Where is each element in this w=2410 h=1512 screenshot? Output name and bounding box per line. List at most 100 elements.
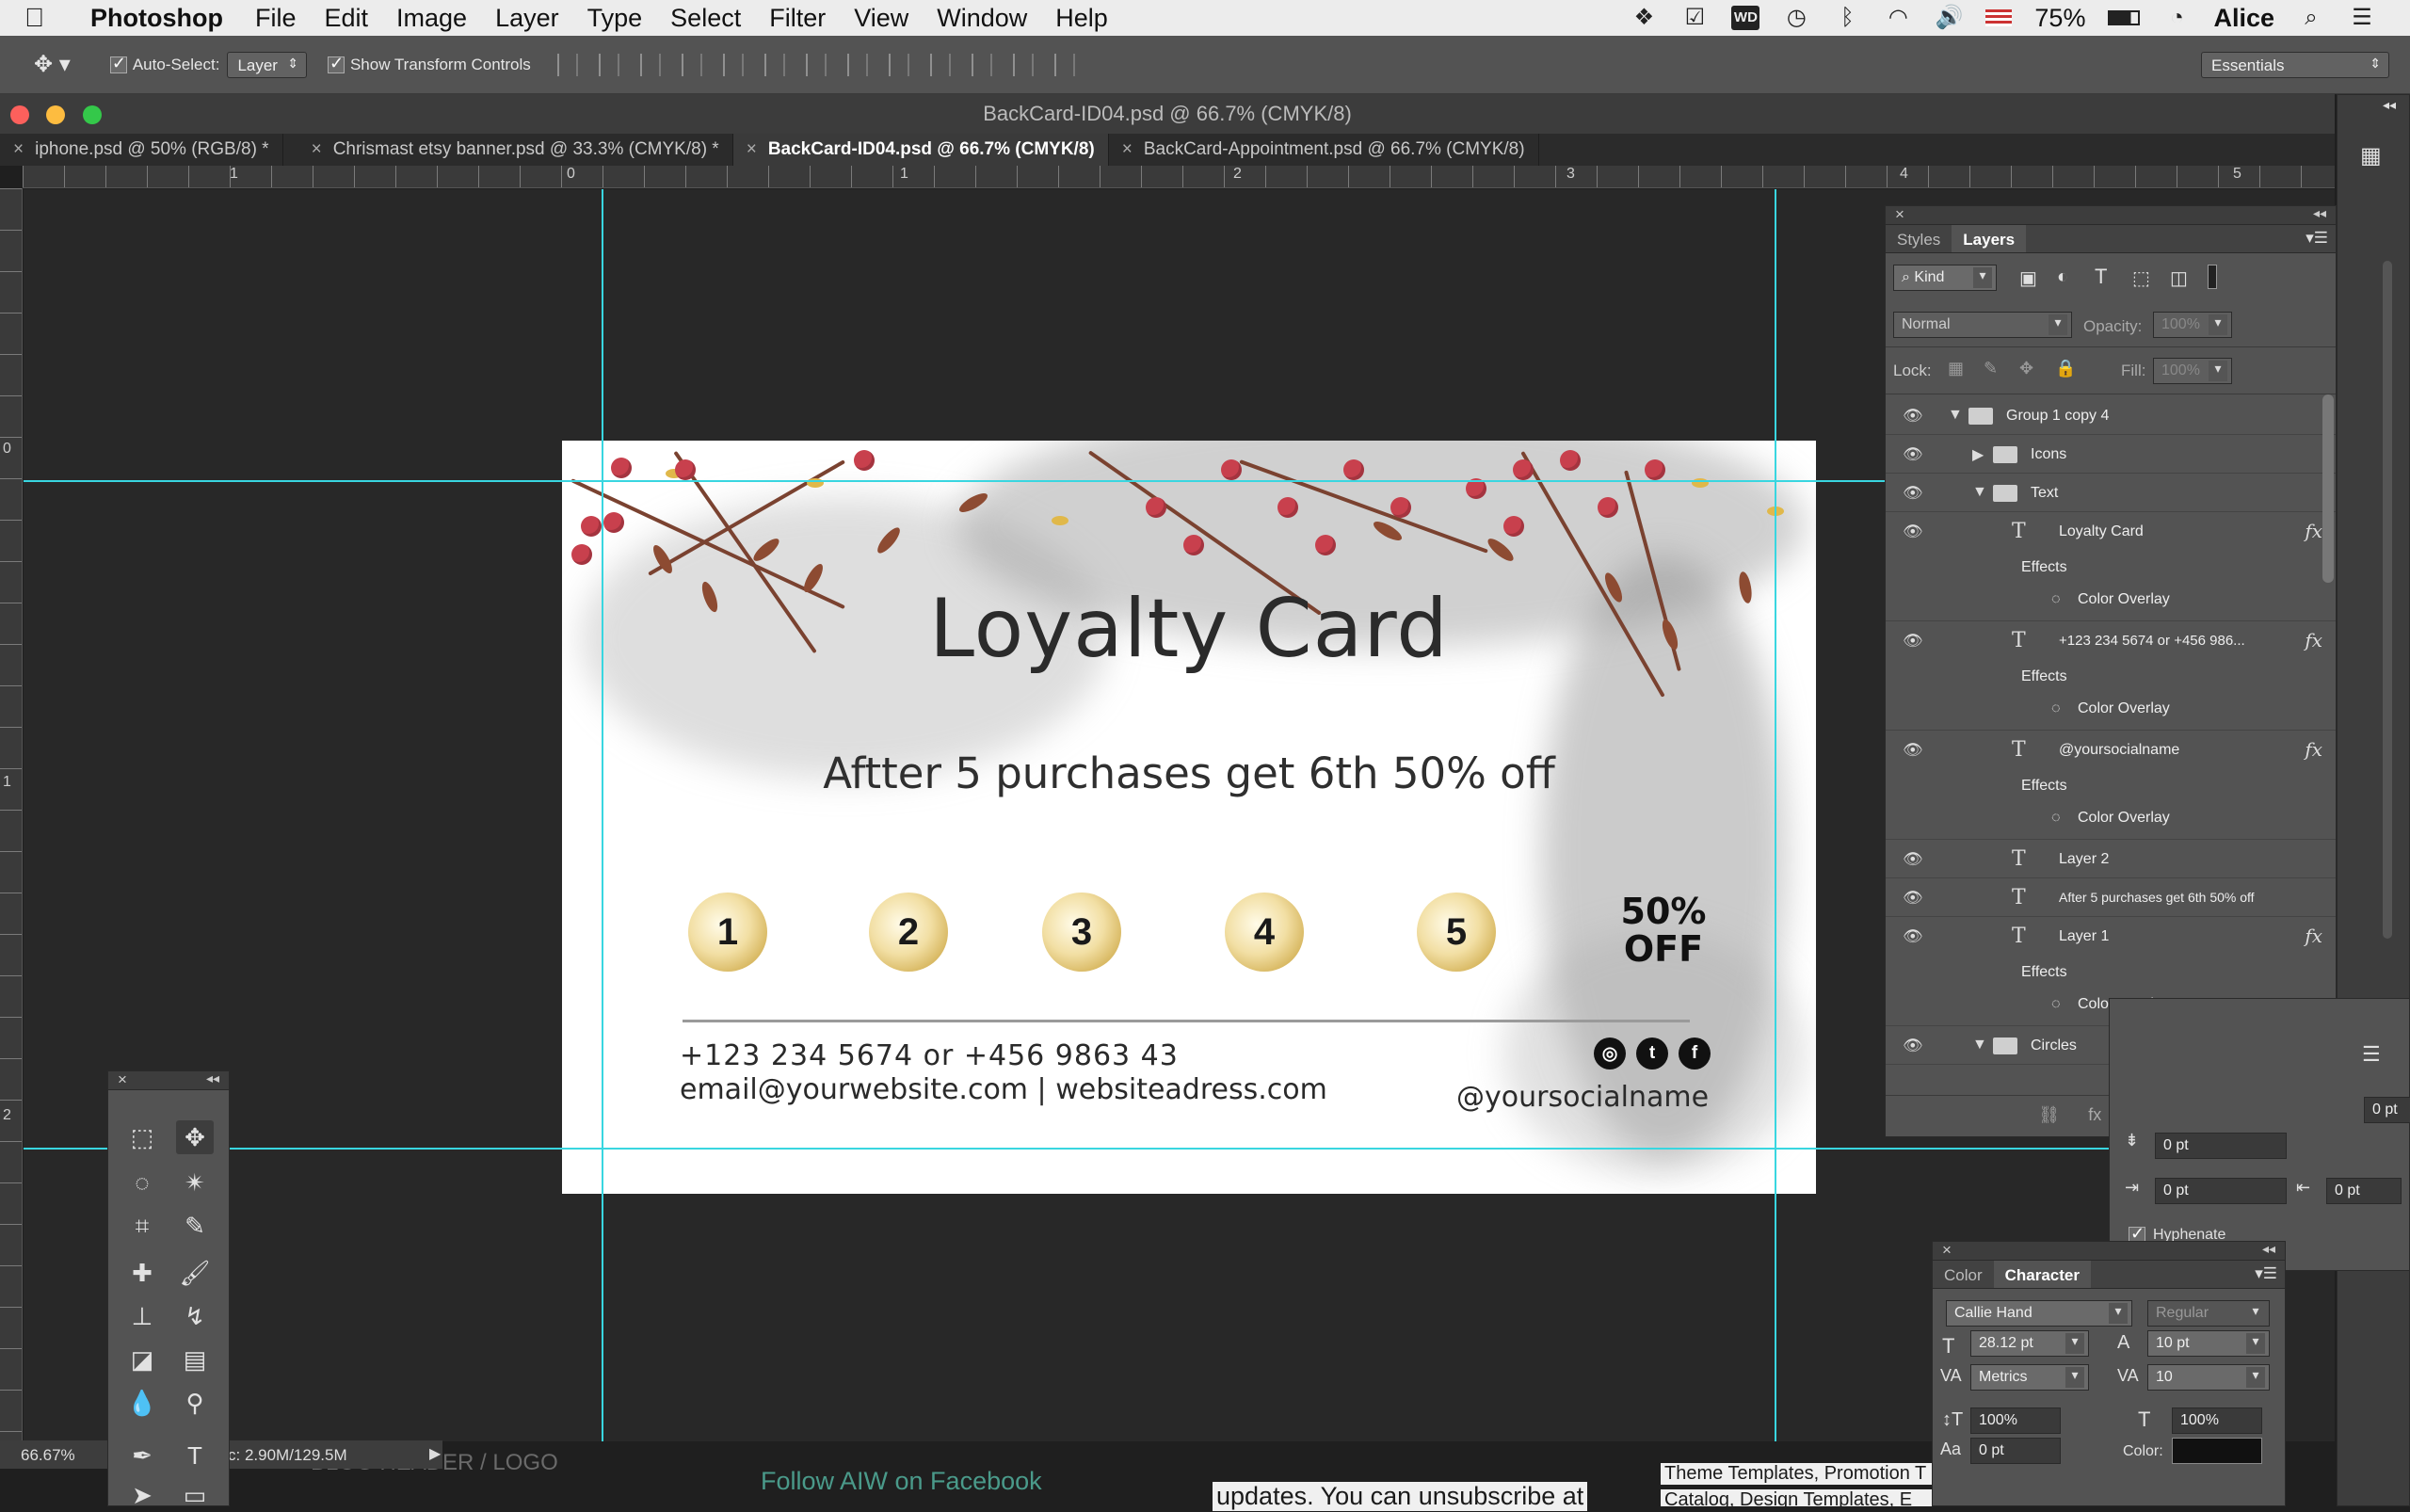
align-vcenter-icon[interactable] (598, 53, 619, 76)
layer-row[interactable]: 👁 T @yoursocialname fx Effects ◌ Color O… (1886, 731, 2336, 840)
blur-tool-icon[interactable]: 💧 (123, 1386, 161, 1420)
text-color-swatch[interactable] (2172, 1438, 2262, 1464)
pen-tool-icon[interactable]: ✒ (123, 1439, 161, 1472)
clone-stamp-tool-icon[interactable]: ⊥ (123, 1299, 161, 1333)
marquee-tool-icon[interactable]: ⬚ (123, 1120, 161, 1154)
distribute-left-icon[interactable] (929, 53, 951, 76)
close-icon[interactable]: × (312, 139, 322, 159)
dropbox-icon[interactable]: ❖ (1630, 6, 1658, 30)
distribute-hcenter-icon[interactable] (971, 53, 992, 76)
menu-window[interactable]: Window (937, 4, 1027, 33)
menu-edit[interactable]: Edit (325, 4, 369, 33)
filter-toggle-icon[interactable] (2208, 265, 2217, 289)
indent-first-line-icon[interactable]: ⇥ (2125, 1178, 2139, 1198)
menu-layer[interactable]: Layer (495, 4, 559, 33)
vertical-ruler[interactable]: 0 1 2 (0, 188, 23, 1440)
lock-paint-icon[interactable]: ✎ (1984, 359, 1998, 378)
path-selection-tool-icon[interactable]: ➤ (123, 1478, 161, 1512)
tab-character[interactable]: Character (1993, 1261, 2091, 1288)
visibility-eye-icon[interactable]: 👁 (1903, 889, 1923, 908)
menu-filter[interactable]: Filter (769, 4, 826, 33)
auto-select-checkbox[interactable] (109, 54, 133, 74)
time-machine-icon[interactable]: ◷ (1782, 6, 1810, 30)
opacity-field[interactable]: 100% (2153, 312, 2232, 338)
layer-row[interactable]: 👁 T +123 234 5674 or +456 986... fx Effe… (1886, 621, 2336, 731)
menu-help[interactable]: Help (1055, 4, 1108, 33)
vertical-scale-field[interactable]: 100% (1970, 1407, 2061, 1434)
collapse-icon[interactable]: ◂◂ (2383, 97, 2396, 113)
close-icon[interactable]: × (118, 1070, 127, 1089)
lock-all-icon[interactable]: 🔒 (2055, 359, 2076, 378)
paragraph-value-field[interactable]: 0 pt (2364, 1097, 2410, 1123)
filter-smart-object-icon[interactable]: ◫ (2170, 266, 2188, 290)
us-flag-icon[interactable] (1985, 9, 2013, 26)
collapse-icon[interactable]: ◂◂ (2313, 205, 2326, 221)
tab-color[interactable]: Color (1933, 1261, 1994, 1288)
lock-position-icon[interactable]: ✥ (2019, 359, 2033, 378)
filter-pixel-icon[interactable]: ▣ (2019, 266, 2037, 290)
layer-row[interactable]: 👁 T Loyalty Card fx Effects ◌ Color Over… (1886, 512, 2336, 621)
visibility-eye-icon[interactable]: 👁 (1903, 445, 1923, 464)
menu-select[interactable]: Select (670, 4, 741, 33)
effect-eye-icon[interactable]: ◌ (2051, 996, 2061, 1013)
space-before-field[interactable]: 0 pt (2155, 1133, 2287, 1159)
user-menu[interactable]: Alice (2213, 4, 2274, 33)
effect-eye-icon[interactable]: ◌ (2051, 700, 2061, 717)
distribute-vcenter-icon[interactable] (846, 53, 868, 76)
lock-transparent-icon[interactable]: ▦ (1948, 359, 1964, 378)
close-icon[interactable]: × (1122, 139, 1133, 159)
panel-menu-icon[interactable]: ▾☰ (2306, 229, 2328, 252)
layer-row[interactable]: 👁 ▶ Icons (1886, 435, 2336, 474)
move-tool-icon[interactable]: ✥ (176, 1120, 214, 1154)
visibility-eye-icon[interactable]: 👁 (1903, 632, 1923, 651)
zoom-level[interactable]: 66.67% (21, 1446, 75, 1465)
eyedropper-tool-icon[interactable]: ✎ (176, 1209, 214, 1243)
close-window-button[interactable] (10, 105, 29, 124)
tab-christmas-banner[interactable]: × Chrismast etsy banner.psd @ 33.3% (CMYK… (283, 134, 733, 166)
justify-icon[interactable]: ☰ (2362, 1042, 2381, 1067)
bluetooth-icon[interactable]: ᛒ (1833, 6, 1861, 30)
expand-triangle-icon[interactable]: ▼ (1972, 1037, 1987, 1054)
layer-row[interactable]: 👁 ▼ Group 1 copy 4 (1886, 396, 2336, 435)
healing-brush-tool-icon[interactable]: ✚ (123, 1256, 161, 1290)
crop-tool-icon[interactable]: ⌗ (123, 1209, 161, 1243)
menu-view[interactable]: View (854, 4, 908, 33)
shape-tool-icon[interactable]: ▭ (176, 1478, 214, 1512)
collapse-icon[interactable]: ◂◂ (206, 1070, 219, 1086)
expand-triangle-icon[interactable]: ▼ (1972, 484, 1987, 501)
notification-center-icon[interactable]: ☰ (2348, 6, 2376, 30)
align-top-icon[interactable] (556, 53, 578, 76)
menu-type[interactable]: Type (587, 4, 643, 33)
guide-horizontal[interactable] (24, 1148, 2335, 1150)
eraser-tool-icon[interactable]: ◪ (123, 1343, 161, 1376)
filter-type-icon[interactable]: T (2095, 265, 2107, 289)
move-tool-icon[interactable]: ✥ ▾ (34, 51, 71, 78)
close-icon[interactable]: × (747, 139, 757, 159)
link-layers-icon[interactable]: ⛓ (2038, 1105, 2060, 1136)
tab-backcard-id04[interactable]: × BackCard-ID04.psd @ 66.7% (CMYK/8) (732, 134, 1109, 166)
close-icon[interactable]: × (13, 139, 24, 159)
font-style-dropdown[interactable]: Regular (2147, 1300, 2270, 1327)
status-menu-arrow-icon[interactable]: ▶ (429, 1444, 441, 1463)
show-transform-checkbox[interactable] (327, 54, 350, 74)
fx-icon[interactable]: fx (2305, 520, 2322, 542)
collapsed-triangle-icon[interactable]: ▶ (1972, 445, 1984, 464)
guide-vertical[interactable] (1775, 189, 1776, 1441)
tab-iphone[interactable]: × iphone.psd @ 50% (RGB/8) * (0, 134, 283, 166)
layers-scrollbar[interactable] (2322, 394, 2334, 583)
lasso-tool-icon[interactable]: ◌ (123, 1166, 161, 1199)
visibility-eye-icon[interactable]: 👁 (1903, 850, 1923, 869)
minimize-window-button[interactable] (46, 105, 65, 124)
distribute-bottom-icon[interactable] (888, 53, 909, 76)
menu-file[interactable]: File (255, 4, 297, 33)
align-hcenter-icon[interactable] (722, 53, 744, 76)
volume-icon[interactable]: 🔊 (1935, 6, 1963, 30)
wd-drive-icon[interactable]: WD (1731, 6, 1760, 30)
kerning-dropdown[interactable]: Metrics (1970, 1364, 2089, 1391)
scroll-track[interactable] (2383, 261, 2392, 939)
menu-image[interactable]: Image (396, 4, 467, 33)
horizontal-ruler[interactable]: 1 0 1 2 3 4 5 (23, 166, 2335, 188)
font-size-field[interactable]: 28.12 pt (1970, 1330, 2089, 1357)
auto-align-icon[interactable] (1053, 53, 1075, 76)
wifi-icon[interactable]: ◠ (1884, 6, 1912, 30)
